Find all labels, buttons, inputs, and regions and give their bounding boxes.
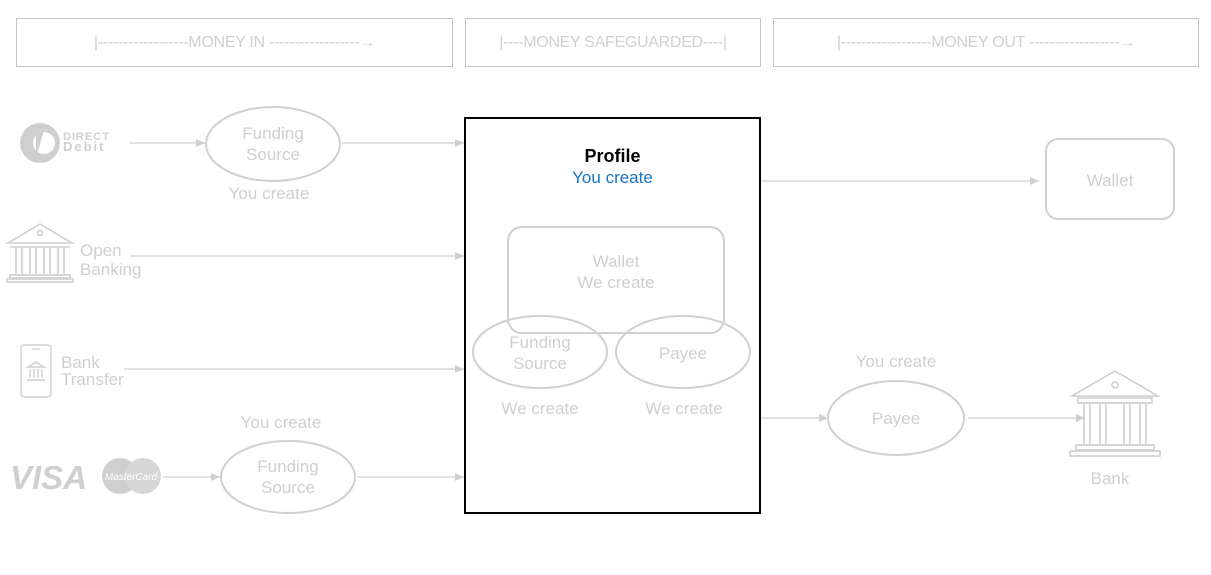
bank-label: Bank — [1090, 469, 1130, 488]
out-wallet-label: Wallet — [1086, 171, 1134, 190]
funding-source-top-label: Funding Source — [242, 124, 304, 164]
funding-source-bottom-caption: You create — [240, 413, 322, 432]
bank-transfer-label: Bank Transfer — [61, 353, 124, 389]
out-payee-caption: You create — [855, 352, 937, 371]
direct-debit-label: DIRECT Debit — [63, 131, 110, 154]
visa-logo: VISA — [10, 459, 87, 496]
profile-payee-label: Payee — [658, 344, 708, 363]
out-payee-label: Payee — [871, 409, 921, 428]
bank-icon — [1069, 370, 1161, 457]
profile-title: Profile — [584, 146, 641, 166]
funding-source-bottom-label: Funding Source — [257, 457, 319, 497]
svg-text:MasterCard: MasterCard — [105, 472, 158, 483]
profile-payee-caption: We create — [645, 399, 723, 418]
direct-debit-logo — [20, 123, 60, 163]
profile-wallet-label: Wallet We create — [577, 252, 655, 292]
mobile-bank-icon — [20, 344, 52, 398]
open-banking-label: Open Banking — [80, 241, 142, 279]
profile-subtitle: You create — [572, 168, 653, 187]
funding-source-top-caption: You create — [228, 184, 310, 203]
profile-funding-label: Funding Source — [509, 333, 571, 373]
mastercard-logo: MasterCard — [102, 458, 161, 494]
bank-building-icon — [5, 223, 75, 283]
profile-funding-caption: We create — [501, 399, 579, 418]
